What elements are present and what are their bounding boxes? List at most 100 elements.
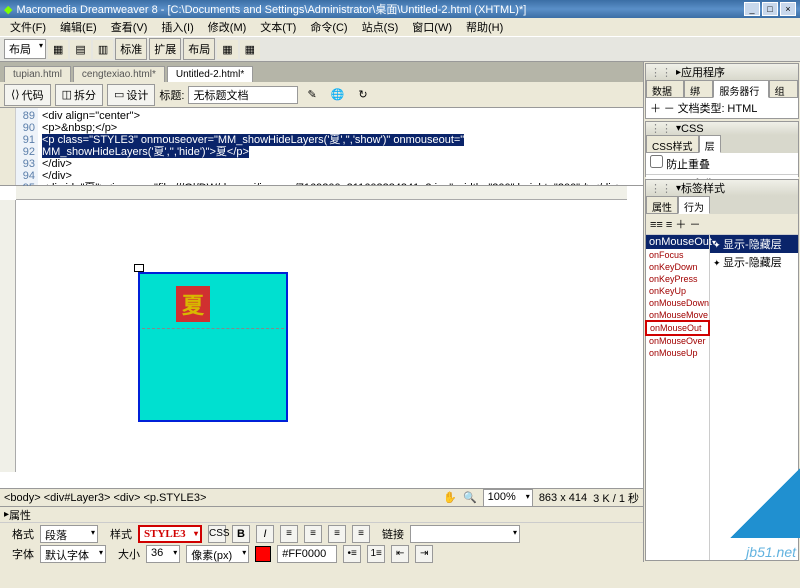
- menu-modify[interactable]: 修改(M): [202, 17, 253, 37]
- layer-handle[interactable]: [134, 264, 144, 272]
- view-code[interactable]: ⟨⟩代码: [4, 84, 51, 106]
- code-view[interactable]: 89909192939495 <div align="center"> <p>&…: [0, 108, 643, 186]
- tb-icon-1[interactable]: ▦: [48, 40, 68, 59]
- tab-behaviors[interactable]: 行为: [678, 196, 710, 214]
- list-ol-button[interactable]: 1≡: [367, 545, 385, 563]
- align-left-button[interactable]: ≡: [280, 525, 298, 543]
- outdent-button[interactable]: ⇤: [391, 545, 409, 563]
- tag-header[interactable]: ⋮⋮▾ 标签样式: [646, 180, 798, 196]
- size-unit-dropdown[interactable]: 像素(px): [186, 545, 249, 563]
- tab-css-styles[interactable]: CSS样式: [646, 135, 699, 153]
- behavior-add-icon[interactable]: ＋: [675, 219, 686, 231]
- design-icon: ▭: [114, 88, 124, 101]
- format-dropdown[interactable]: 段落: [40, 525, 98, 543]
- doctype-value: HTML: [727, 103, 757, 115]
- hand-tool-icon[interactable]: ✋: [443, 491, 457, 504]
- align-right-button[interactable]: ≡: [328, 525, 346, 543]
- tab-bindings[interactable]: 绑定: [684, 80, 713, 98]
- tb-icon-2[interactable]: ▤: [70, 40, 90, 59]
- event-item[interactable]: onMouseDown: [646, 297, 709, 309]
- tab-untitled2[interactable]: Untitled-2.html*: [167, 66, 253, 82]
- paragraph-guide: [142, 328, 284, 329]
- menu-window[interactable]: 窗口(W): [406, 17, 458, 37]
- app-icon: ◆: [4, 3, 12, 16]
- add-icon[interactable]: ＋: [650, 103, 661, 115]
- tb-validate-icon[interactable]: ✎: [302, 85, 321, 104]
- menu-view[interactable]: 查看(V): [105, 17, 154, 37]
- css-header[interactable]: ⋮⋮▾ CSS: [646, 122, 798, 135]
- menu-help[interactable]: 帮助(H): [460, 17, 509, 37]
- menu-edit[interactable]: 编辑(E): [54, 17, 103, 37]
- tb-icon-4[interactable]: ▦: [217, 40, 237, 59]
- window-size[interactable]: 863 x 414: [539, 492, 587, 504]
- tag-selector[interactable]: <body> <div#Layer3> <div> <p.STYLE3>: [4, 492, 437, 504]
- event-item[interactable]: onMouseUp: [646, 347, 709, 359]
- tab-attributes[interactable]: 属性: [646, 196, 678, 214]
- color-swatch[interactable]: [255, 546, 271, 562]
- event-item[interactable]: onMouseMove: [646, 309, 709, 321]
- behavior-remove-icon[interactable]: －: [689, 219, 700, 231]
- minimize-button[interactable]: _: [744, 2, 760, 16]
- event-item[interactable]: onKeyPress: [646, 273, 709, 285]
- link-dropdown[interactable]: [410, 525, 520, 543]
- menu-text[interactable]: 文本(T): [254, 17, 302, 37]
- layout-category-dropdown[interactable]: 布局: [4, 39, 46, 59]
- event-item[interactable]: onKeyUp: [646, 285, 709, 297]
- italic-button[interactable]: I: [256, 525, 274, 543]
- mode-expanded[interactable]: 扩展: [149, 38, 181, 60]
- mode-standard[interactable]: 标准: [115, 38, 147, 60]
- bold-button[interactable]: B: [232, 525, 250, 543]
- tb-icon-5[interactable]: ▦: [240, 40, 260, 59]
- prevent-overlap-checkbox[interactable]: [650, 155, 663, 168]
- tab-database[interactable]: 数据库: [646, 80, 684, 98]
- behavior-btn-2[interactable]: ≡: [666, 219, 672, 231]
- mode-layout[interactable]: 布局: [183, 38, 215, 60]
- action-item[interactable]: ✦ 显示-隐藏层: [710, 235, 798, 253]
- design-canvas[interactable]: 夏: [16, 200, 627, 472]
- behavior-btn-1[interactable]: ≡≡: [650, 219, 663, 231]
- event-item-highlighted[interactable]: onMouseOut: [645, 320, 710, 336]
- tb-refresh-icon[interactable]: ↻: [353, 85, 372, 104]
- tab-tupian[interactable]: tupian.html: [4, 66, 71, 82]
- tb-preview-icon[interactable]: 🌐: [326, 85, 350, 104]
- tab-components[interactable]: 组件: [769, 80, 798, 98]
- indent-button[interactable]: ⇥: [415, 545, 433, 563]
- zoom-dropdown[interactable]: 100%: [483, 489, 533, 507]
- event-item[interactable]: onFocus: [646, 249, 709, 261]
- zoom-tool-icon[interactable]: 🔍: [463, 491, 477, 504]
- style-dropdown[interactable]: STYLE3: [138, 525, 202, 543]
- view-design[interactable]: ▭设计: [107, 84, 155, 106]
- align-justify-button[interactable]: ≡: [352, 525, 370, 543]
- menu-file[interactable]: 文件(F): [4, 17, 52, 37]
- tab-layers[interactable]: 层: [699, 135, 721, 153]
- event-item[interactable]: onKeyDown: [646, 261, 709, 273]
- size-dropdown[interactable]: 36: [146, 545, 180, 563]
- view-split[interactable]: ◫拆分: [55, 84, 103, 106]
- layer-character[interactable]: 夏: [176, 286, 210, 322]
- action-item[interactable]: ✦ 显示-隐藏层: [710, 253, 798, 271]
- event-item[interactable]: onMouseOver: [646, 335, 709, 347]
- design-view[interactable]: 夏: [0, 186, 643, 488]
- tab-server-behaviors[interactable]: 服务器行为: [713, 80, 768, 98]
- title-input[interactable]: [188, 86, 298, 104]
- remove-icon[interactable]: －: [664, 103, 675, 115]
- close-button[interactable]: ×: [780, 2, 796, 16]
- application-header[interactable]: ⋮⋮▸ 应用程序: [646, 64, 798, 80]
- font-dropdown[interactable]: 默认字体: [40, 545, 106, 563]
- maximize-button[interactable]: □: [762, 2, 778, 16]
- event-selected[interactable]: onMouseOut: [646, 235, 709, 249]
- layer-box[interactable]: 夏: [138, 272, 288, 422]
- menu-site[interactable]: 站点(S): [356, 17, 405, 37]
- menu-commands[interactable]: 命令(C): [304, 17, 353, 37]
- align-center-button[interactable]: ≡: [304, 525, 322, 543]
- properties-header[interactable]: ▸ 属性: [0, 507, 643, 523]
- menu-insert[interactable]: 插入(I): [155, 17, 199, 37]
- ruler-vertical: [0, 200, 16, 472]
- color-input[interactable]: [277, 545, 337, 563]
- window-title: Macromedia Dreamweaver 8 - [C:\Documents…: [16, 1, 744, 17]
- list-ul-button[interactable]: •≡: [343, 545, 361, 563]
- css-button[interactable]: CSS: [208, 525, 226, 543]
- tb-icon-3[interactable]: ▥: [93, 40, 113, 59]
- code-text[interactable]: <div align="center"> <p>&nbsp;</p> <p cl…: [38, 108, 643, 185]
- tab-cengtexiao[interactable]: cengtexiao.html*: [73, 66, 165, 82]
